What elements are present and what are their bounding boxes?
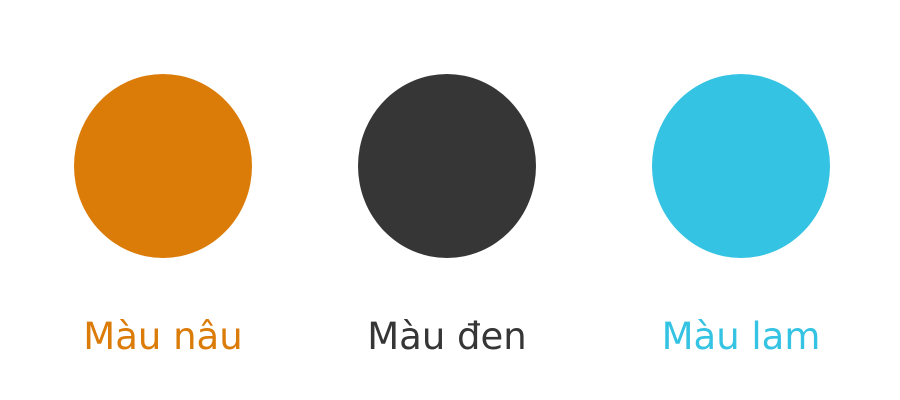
color-swatch-row: Màu nâu Màu đen Màu lam <box>0 0 900 400</box>
blue-color-circle <box>652 74 830 258</box>
swatch-brown: Màu nâu <box>74 74 254 374</box>
black-color-label: Màu đen <box>367 315 527 358</box>
swatch-blue: Màu lam <box>652 74 832 374</box>
swatch-black: Màu đen <box>358 74 538 374</box>
black-color-circle <box>358 74 536 258</box>
brown-color-circle <box>74 74 252 258</box>
brown-color-label: Màu nâu <box>83 315 243 358</box>
blue-color-label: Màu lam <box>661 315 821 358</box>
